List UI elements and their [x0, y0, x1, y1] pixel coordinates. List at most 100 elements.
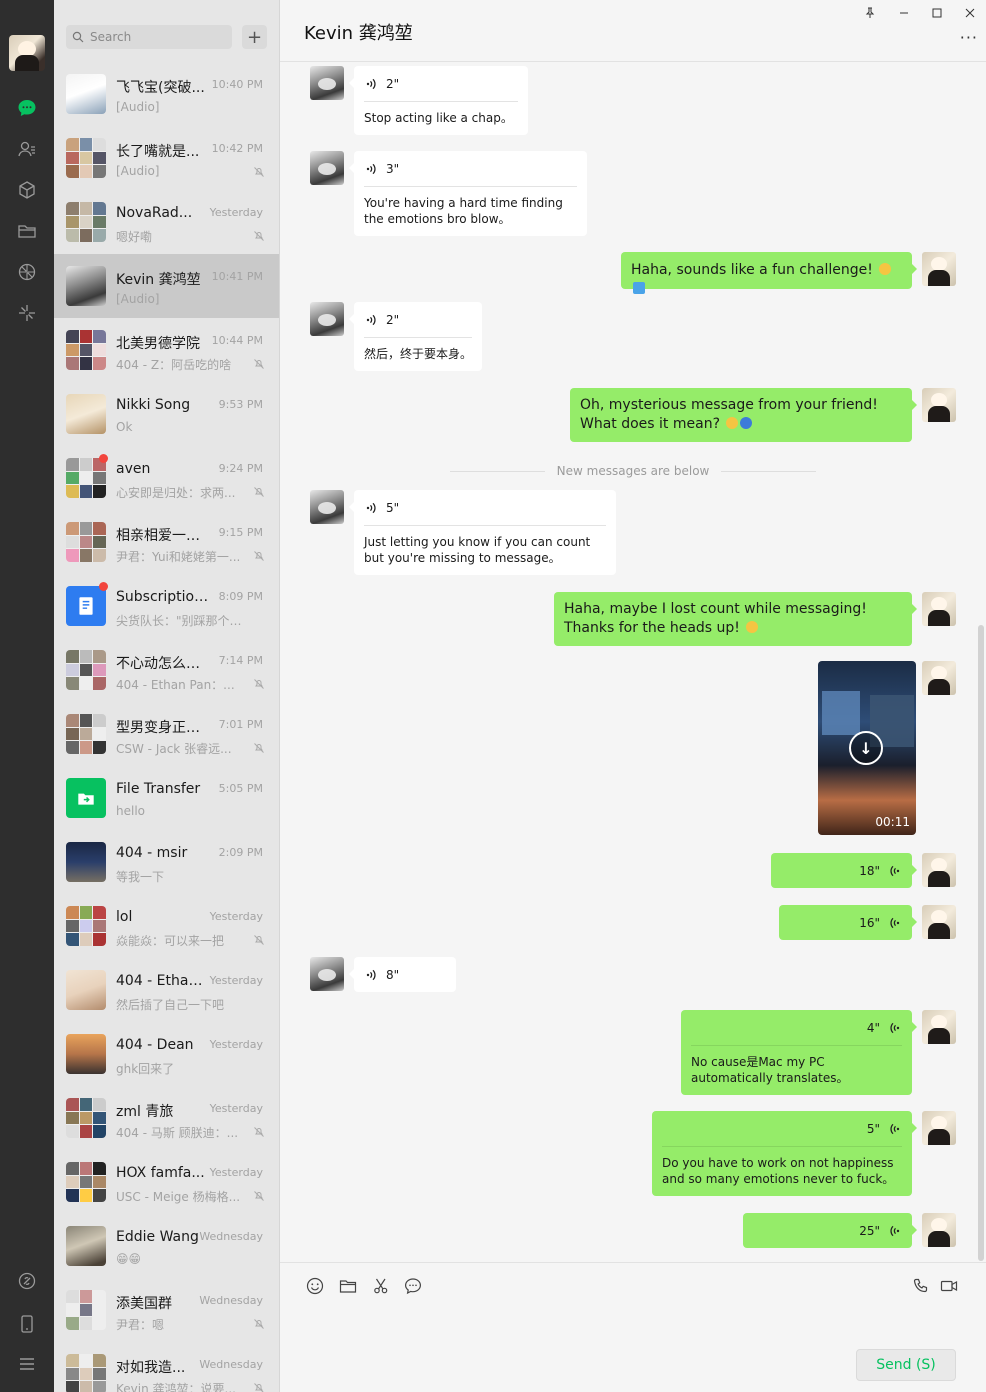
voice-row[interactable]: 2" — [364, 75, 518, 93]
group-avatar — [66, 1354, 106, 1392]
my-avatar-small[interactable] — [922, 1010, 956, 1044]
scrollbar[interactable] — [978, 625, 984, 1261]
my-avatar-small[interactable] — [922, 592, 956, 626]
add-button[interactable]: + — [242, 25, 267, 49]
my-avatar-small[interactable] — [922, 853, 956, 887]
chat-item[interactable]: 404 - Ethan ... Yesterday 然后插了自己一下吧 — [54, 958, 279, 1022]
voice-wave-icon — [366, 502, 376, 514]
voice-row[interactable]: 5" — [364, 499, 606, 517]
mini-programs-icon[interactable] — [15, 301, 39, 325]
chat-history-icon[interactable] — [402, 1275, 424, 1297]
chat-item[interactable]: lol Yesterday 焱能焱：可以来一把 — [54, 894, 279, 958]
minimize-icon[interactable] — [894, 4, 914, 22]
voice-row[interactable]: 8" — [364, 966, 446, 984]
menu-icon[interactable] — [15, 1352, 39, 1376]
chat-item[interactable]: 长了嘴就是... 10:42 PM [Audio] — [54, 126, 279, 190]
chat-item[interactable]: File Transfer 5:05 PM hello — [54, 766, 279, 830]
divider — [662, 1146, 902, 1147]
chat-item[interactable]: Eddie Wang Wednesday 😁😁 — [54, 1214, 279, 1278]
text-message-out[interactable]: Haha, sounds like a fun challenge! — [621, 252, 917, 294]
folder-icon[interactable] — [337, 1275, 359, 1297]
chat-item[interactable]: HOX famfa... Yesterday USC - Meige 杨梅格..… — [54, 1150, 279, 1214]
search-input[interactable] — [90, 30, 220, 44]
subscriptions-icon — [79, 597, 93, 615]
contact-avatar[interactable] — [310, 66, 344, 100]
chat-item[interactable]: Nikki Song 9:53 PM Ok — [54, 382, 279, 446]
phone-icon[interactable] — [15, 1312, 39, 1336]
video-duration: 00:11 — [875, 815, 910, 829]
voice-row[interactable]: 25" — [753, 1222, 902, 1240]
chat-item-active[interactable]: Kevin 龚鸿堃 10:41 PM [Audio] — [54, 254, 279, 318]
voice-row[interactable]: 2" — [364, 311, 472, 329]
moments-icon[interactable] — [15, 260, 39, 284]
chat-item[interactable]: Subscriptions 8:09 PM 尖货队长："别踩那个女... — [54, 574, 279, 638]
chat-item[interactable]: zml 青旅 Yesterday 404 - 马斯 顾朕迪：... — [54, 1086, 279, 1150]
video-message[interactable]: ↓ 00:11 — [818, 661, 916, 835]
pin-icon[interactable] — [860, 4, 880, 22]
voice-row[interactable]: 3" — [364, 160, 577, 178]
voice-message-out[interactable]: 16" — [779, 905, 917, 940]
chat-item[interactable]: 飞飞宝(突破... 10:40 PM [Audio] — [54, 62, 279, 126]
voice-message-in[interactable]: 3" You're having a hard time finding the… — [349, 151, 587, 236]
voice-message-out[interactable]: 5" Do you have to work on not happiness … — [652, 1111, 917, 1196]
voice-row[interactable]: 18" — [781, 862, 902, 880]
chat-item[interactable]: 添美国群 Wednesday 尹君：嗯 — [54, 1278, 279, 1342]
chat-item[interactable]: 404 - msir 2:09 PM 等我一下 — [54, 830, 279, 894]
search-box[interactable] — [66, 25, 232, 49]
voice-message-in[interactable]: 5" Just letting you know if you can coun… — [349, 490, 616, 575]
chat-item[interactable]: 不心动怎么心痛 7:14 PM 404 - Ethan Pan：... — [54, 638, 279, 702]
chat-item[interactable]: 相亲相爱一家... 9:15 PM 尹君：Yui和姥姥第一... — [54, 510, 279, 574]
voice-message-out[interactable]: 4" No cause是Mac my PC automatically tran… — [681, 1010, 917, 1095]
send-button[interactable]: Send (S) — [856, 1349, 956, 1381]
chat-avatar — [66, 74, 106, 114]
chat-item[interactable]: 404 - Dean Yesterday ghk回来了 — [54, 1022, 279, 1086]
chat-item[interactable]: NovaRad... Yesterday 嗯好嘞 — [54, 190, 279, 254]
link-icon[interactable] — [15, 1269, 39, 1293]
contact-avatar[interactable] — [310, 302, 344, 336]
contacts-icon[interactable] — [15, 137, 39, 161]
chat-item[interactable]: 北美男德学院 10:44 PM 404 - Z：阿岳吃的啥 — [54, 318, 279, 382]
chat-item[interactable]: 对如我造... Wednesday Kevin 龚鸿堃：说要... — [54, 1342, 279, 1392]
voice-message-in[interactable]: 8" — [349, 957, 456, 992]
voice-duration: 2" — [386, 313, 400, 327]
chat-item[interactable]: aven 9:24 PM 心安即是归处：求两... — [54, 446, 279, 510]
message-input-area[interactable]: Send (S) — [280, 1262, 986, 1392]
voice-message-out[interactable]: 18" — [771, 853, 917, 888]
my-avatar-small[interactable] — [922, 1111, 956, 1145]
contact-avatar[interactable] — [310, 957, 344, 991]
my-avatar-small[interactable] — [922, 252, 956, 286]
favorites-icon[interactable] — [15, 178, 39, 202]
chat-list-panel: + 飞飞宝(突破... 10:40 PM [Audio] 长了嘴就是... 10… — [54, 0, 280, 1392]
voice-row[interactable]: 16" — [789, 914, 902, 932]
text-message-out[interactable]: Oh, mysterious message from your friend!… — [570, 388, 917, 442]
maximize-icon[interactable] — [927, 4, 947, 22]
more-options-icon[interactable]: ··· — [960, 28, 978, 47]
voice-message-in[interactable]: 2" 然后，终于要本身。 — [349, 302, 482, 371]
my-avatar-small[interactable] — [922, 1213, 956, 1247]
chat-icon[interactable] — [15, 96, 39, 120]
close-icon[interactable] — [960, 4, 980, 22]
chat-item[interactable]: 型男变身正能... 7:01 PM CSW - Jack 张睿远... — [54, 702, 279, 766]
contact-avatar[interactable] — [310, 490, 344, 524]
emoji-icon[interactable] — [304, 1275, 326, 1297]
download-icon[interactable]: ↓ — [849, 731, 883, 765]
message-text: Haha, maybe I lost count while messaging… — [564, 601, 867, 636]
files-icon[interactable] — [15, 219, 39, 243]
scissors-icon[interactable] — [370, 1275, 392, 1297]
voice-message-in[interactable]: 2" Stop acting like a chap。 — [349, 66, 528, 135]
my-avatar[interactable] — [9, 35, 45, 71]
my-avatar-small[interactable] — [922, 388, 956, 422]
voice-row[interactable]: 5" — [662, 1120, 902, 1138]
mute-icon — [254, 679, 264, 689]
video-call-icon[interactable] — [938, 1275, 960, 1297]
text-message-out[interactable]: Haha, maybe I lost count while messaging… — [554, 592, 917, 646]
chat-name: Nikki Song — [116, 397, 191, 413]
message-text: Haha, sounds like a fun challenge! — [631, 262, 873, 278]
voice-call-icon[interactable] — [910, 1275, 932, 1297]
voice-row[interactable]: 4" — [691, 1019, 902, 1037]
contact-avatar[interactable] — [310, 151, 344, 185]
group-avatar — [66, 458, 106, 498]
voice-message-out[interactable]: 25" — [743, 1213, 917, 1248]
my-avatar-small[interactable] — [922, 905, 956, 939]
my-avatar-small[interactable] — [922, 661, 956, 695]
